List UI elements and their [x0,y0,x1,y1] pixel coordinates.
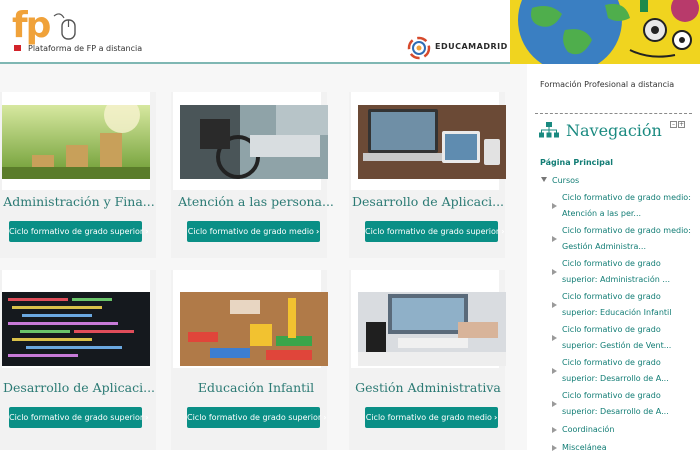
chevron-right-icon: › [145,227,149,236]
course-card: Desarrollo de Aplicaci... Ciclo formativ… [0,270,156,450]
logo-subtitle: Plataforma de FP a distancia [28,44,143,53]
course-level-button[interactable]: Ciclo formativo de grado superior › [187,407,327,428]
caret-right-icon[interactable] [552,236,557,242]
coins-growth-image[interactable] [2,105,150,179]
chevron-right-icon: › [315,227,320,236]
course-level-button[interactable]: Ciclo formativo de grado superior › [9,407,149,428]
blocks-image[interactable] [180,292,328,366]
navigation-title: Navegación [566,121,662,140]
nav-cursos-link[interactable]: Cursos [552,176,579,185]
sidebar: Formación Profesional a distancia Navega… [527,64,700,452]
caret-right-icon[interactable] [552,269,557,275]
nav-course-link[interactable]: Ciclo formativo de grado superior: Desar… [562,388,692,420]
nav-course-link[interactable]: Ciclo formativo de grado medio: Gestión … [562,223,692,255]
collapse-icon[interactable]: + [678,121,685,128]
course-level-button[interactable]: Ciclo formativo de grado superior › [365,221,505,242]
course-level-button[interactable]: Ciclo formativo de grado superior › [9,221,149,242]
devices-image[interactable] [358,105,506,179]
fp-logo[interactable]: fp [12,8,51,44]
caret-right-icon[interactable] [552,203,557,209]
code-screen-image[interactable] [2,292,150,366]
office-desk-image[interactable] [358,292,506,366]
chevron-right-icon: › [501,227,505,236]
nav-course-link[interactable]: Ciclo formativo de grado superior: Desar… [562,355,692,387]
caret-right-icon[interactable] [552,445,557,451]
dock-icon[interactable]: – [670,121,677,128]
course-level-button[interactable]: Ciclo formativo de grado medio › [187,221,320,242]
course-title[interactable]: Administración y Fina... [0,194,158,209]
caret-right-icon[interactable] [552,335,557,341]
course-title[interactable]: Desarrollo de Aplicaci... [349,194,507,209]
nav-course-link[interactable]: Ciclo formativo de grado superior: Educa… [562,289,692,321]
course-title[interactable]: Gestión Administrativa [349,380,507,395]
course-title[interactable]: Atención a las persona... [177,194,335,209]
educamadrid-logo-icon[interactable] [407,36,431,60]
course-grid: Administración y Fina... Ciclo formativo… [0,64,527,450]
course-card: Gestión Administrativa Ciclo formativo d… [349,270,507,450]
course-title[interactable]: Educación Infantil [177,380,335,395]
nav-home-link[interactable]: Página Principal [540,158,613,167]
nav-course-link[interactable]: Ciclo formativo de grado medio: Atención… [562,190,692,222]
chevron-right-icon: › [145,413,149,422]
caret-right-icon[interactable] [552,401,557,407]
nav-course-link[interactable]: Ciclo formativo de grado superior: Gesti… [562,322,692,354]
educamadrid-logo-text[interactable]: EDUCAMADRID [435,42,508,51]
site-name[interactable]: Formación Profesional a distancia [540,80,674,89]
page-header: fp Plataforma de FP a distancia EDUCAMAD… [0,0,700,64]
course-card: Desarrollo de Aplicaci... Ciclo formativ… [349,92,507,258]
course-card: Atención a las persona... Ciclo formativ… [171,92,334,258]
nav-course-link[interactable]: Ciclo formativo de grado superior: Admin… [562,256,692,288]
caret-down-icon[interactable] [541,177,547,182]
caret-right-icon[interactable] [552,427,557,433]
wheelchair-image[interactable] [180,105,328,179]
sidebar-divider [535,113,692,114]
madrid-flag-icon [14,45,21,51]
nav-miscelanea-link[interactable]: Miscelánea [562,440,692,456]
mouse-icon [53,13,76,40]
caret-right-icon[interactable] [552,302,557,308]
course-card: Administración y Fina... Ciclo formativo… [0,92,156,258]
sitemap-icon [539,122,559,138]
nav-coordinacion-link[interactable]: Coordinación [562,422,692,438]
chevron-right-icon: › [493,413,498,422]
chevron-right-icon: › [323,413,327,422]
caret-right-icon[interactable] [552,368,557,374]
header-banner-image [510,0,700,64]
course-card: Educación Infantil Ciclo formativo de gr… [171,270,328,450]
course-level-button[interactable]: Ciclo formativo de grado medio › [365,407,498,428]
course-title[interactable]: Desarrollo de Aplicaci... [0,380,158,395]
